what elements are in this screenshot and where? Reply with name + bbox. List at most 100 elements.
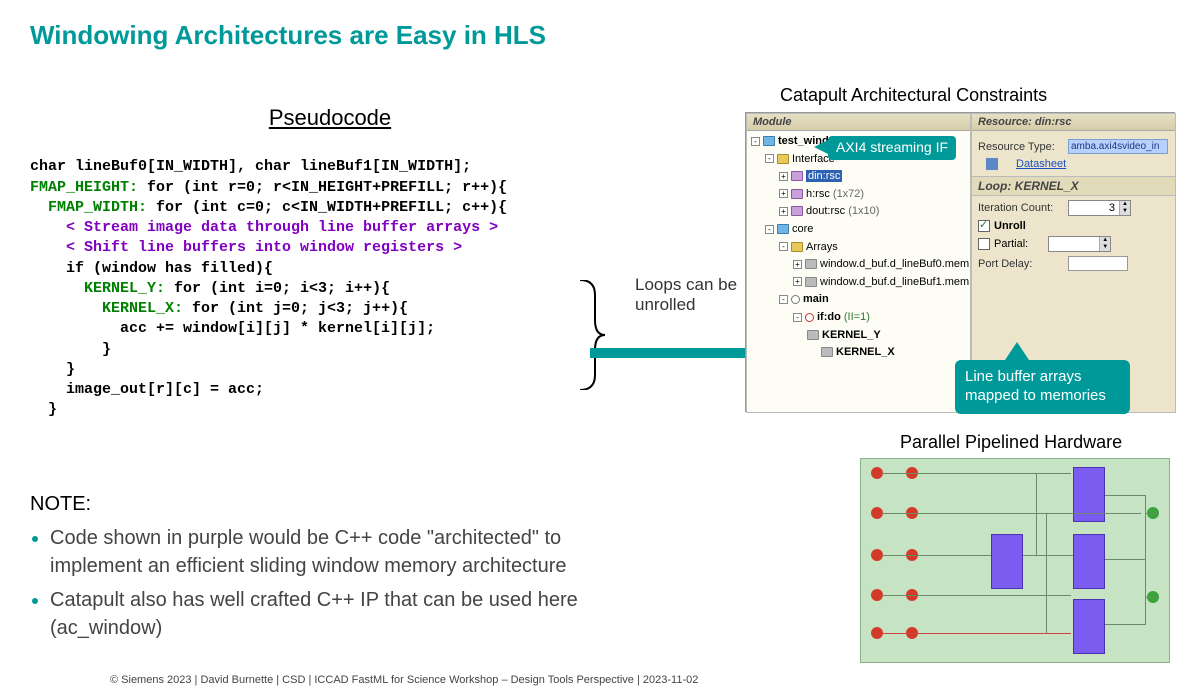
tree-linebuf0[interactable]: window.d_buf.d_lineBuf0.mem [820, 258, 969, 270]
loop-icon [807, 330, 819, 340]
wire [881, 473, 1071, 474]
wire [1145, 495, 1146, 625]
note-block: NOTE: Code shown in purple would be C++ … [30, 490, 650, 648]
hw-block [991, 534, 1023, 589]
code-line: image_out[r][c] = acc; [30, 381, 264, 398]
hw-block [1073, 599, 1105, 654]
code-line: for (int j=0; j<3; j++){ [183, 300, 408, 317]
code-purple: < Stream image data through line buffer … [30, 219, 498, 236]
block-icon [777, 224, 789, 234]
parallel-hardware-title: Parallel Pipelined Hardware [900, 432, 1122, 453]
tree-ifdo[interactable]: if:do [817, 311, 841, 323]
tree-arrays[interactable]: Arrays [806, 241, 838, 253]
label-fmap-height: FMAP_HEIGHT: [30, 179, 138, 196]
tree-linebuf1[interactable]: window.d_buf.d_lineBuf1.mem [820, 276, 969, 288]
pseudocode-header: Pseudocode [30, 105, 630, 131]
code: char lineBuf0[IN_WIDTH], char lineBuf1[I… [30, 137, 630, 421]
tree-main[interactable]: main [803, 293, 829, 305]
code-line: } [30, 341, 111, 358]
tree-dout-rsc[interactable]: dout:rsc [806, 205, 845, 217]
partial-label: Partial: [994, 238, 1028, 250]
tree-din-rsc[interactable]: din:rsc [806, 170, 842, 182]
partial-spinner[interactable]: ▲▼ [1048, 236, 1111, 252]
expand-icon[interactable]: + [779, 172, 788, 181]
doc-icon [986, 158, 998, 170]
tree-h-rsc[interactable]: h:rsc [806, 188, 830, 200]
code-line: } [30, 361, 75, 378]
iter-val: 3 [1069, 202, 1119, 214]
datasheet-link[interactable]: Datasheet [1016, 158, 1066, 170]
expand-icon[interactable]: + [793, 260, 802, 269]
folder-icon [791, 242, 803, 252]
iteration-count-label: Iteration Count: [978, 202, 1068, 214]
hw-block [1073, 534, 1105, 589]
port-icon [791, 189, 803, 199]
brace-icon [575, 280, 605, 390]
spin-down-icon[interactable]: ▼ [1100, 244, 1110, 251]
wire [1105, 495, 1145, 496]
expand-icon[interactable]: + [793, 277, 802, 286]
resource-type-input[interactable] [1068, 139, 1168, 154]
expand-icon[interactable]: - [779, 295, 788, 304]
expand-icon[interactable]: - [751, 137, 760, 146]
partial-checkbox[interactable] [978, 238, 990, 250]
annotation-loops-unrolled: Loops can be unrolled [635, 275, 745, 316]
callout-axi-stream: AXI4 streaming IF [828, 136, 956, 160]
loop-icon [805, 313, 814, 322]
unroll-checkbox[interactable] [978, 220, 990, 232]
pseudocode-block: Pseudocode char lineBuf0[IN_WIDTH], char… [30, 105, 630, 421]
port-delay-label: Port Delay: [978, 258, 1068, 270]
port-icon [791, 206, 803, 216]
code-line: acc += window[i][j] * kernel[i][j]; [30, 320, 435, 337]
dim-label: (1x10) [848, 205, 879, 217]
note-header: NOTE: [30, 490, 650, 518]
loop-icon [791, 295, 800, 304]
tree-core[interactable]: core [792, 223, 813, 235]
iteration-count-spinner[interactable]: 3▲▼ [1068, 200, 1131, 216]
expand-icon[interactable]: + [779, 207, 788, 216]
code-purple: < Shift line buffers into window registe… [30, 239, 462, 256]
tree-kernel-y[interactable]: KERNEL_Y [822, 329, 881, 341]
callout-line-buffer: Line buffer arrays mapped to memories [955, 360, 1130, 414]
wire [1046, 513, 1047, 633]
code-line: } [30, 401, 57, 418]
dim-label: (1x72) [833, 188, 864, 200]
label-kernel-x: KERNEL_X: [30, 300, 183, 317]
catapult-constraints-title: Catapult Architectural Constraints [780, 85, 1047, 106]
module-tree[interactable]: -test_window -Interface +din:rsc +h:rsc … [747, 131, 970, 364]
code-line: if (window has filled){ [30, 260, 273, 277]
mem-icon [805, 259, 817, 269]
expand-icon[interactable]: - [779, 242, 788, 251]
expand-icon[interactable]: + [779, 189, 788, 198]
module-header: Module [747, 114, 970, 131]
footer: © Siemens 2023 | David Burnette | CSD | … [110, 674, 698, 686]
spin-up-icon[interactable]: ▲ [1120, 201, 1130, 208]
spin-down-icon[interactable]: ▼ [1120, 208, 1130, 215]
expand-icon[interactable]: - [765, 154, 774, 163]
slide-title: Windowing Architectures are Easy in HLS [30, 20, 1171, 51]
tree-kernel-x[interactable]: KERNEL_X [836, 346, 895, 358]
label-kernel-y: KERNEL_Y: [30, 280, 165, 297]
wire [1105, 624, 1145, 625]
expand-icon[interactable]: - [765, 225, 774, 234]
code-line: for (int i=0; i<3; i++){ [165, 280, 390, 297]
loop-section-header: Loop: KERNEL_X [972, 176, 1175, 196]
hardware-diagram [860, 458, 1170, 663]
wire [881, 513, 1141, 514]
expand-icon[interactable]: - [793, 313, 802, 322]
code-line: char lineBuf0[IN_WIDTH], char lineBuf1[I… [30, 158, 471, 175]
mem-icon [805, 277, 817, 287]
port-delay-input[interactable] [1068, 256, 1128, 271]
spin-up-icon[interactable]: ▲ [1100, 237, 1110, 244]
wire [1105, 559, 1145, 560]
note-bullet: Catapult also has well crafted C++ IP th… [50, 586, 650, 642]
loop-icon [821, 347, 833, 357]
wire [1036, 473, 1037, 555]
wire [881, 555, 991, 556]
folder-icon [777, 154, 789, 164]
port-icon [791, 171, 803, 181]
ii-label: (II=1) [844, 311, 870, 323]
resource-type-label: Resource Type: [978, 141, 1068, 153]
wire [1145, 597, 1159, 598]
wire [1023, 555, 1073, 556]
